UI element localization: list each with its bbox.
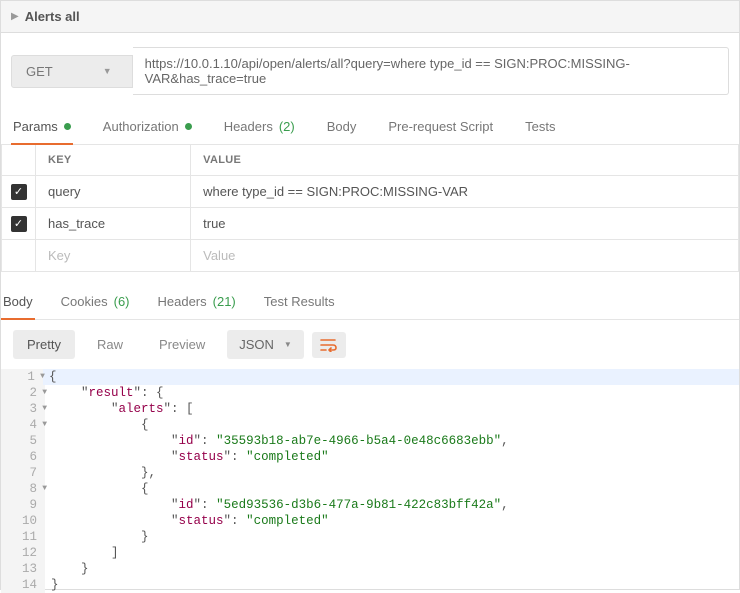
code-text: }: [45, 529, 149, 545]
resp-tab-headers-count: (21): [213, 294, 236, 309]
param-value[interactable]: where type_id == SIGN:PROC:MISSING-VAR: [191, 176, 739, 208]
lineno: 3: [29, 402, 37, 416]
resp-tab-cookies[interactable]: Cookies (6): [59, 294, 132, 319]
lineno: 10: [22, 514, 37, 528]
code-text: }: [45, 577, 59, 593]
response-tabs: Body Cookies (6) Headers (21) Test Results: [1, 282, 739, 320]
code-text: "id": "5ed93536-d3b6-477a-9b81-422c83bff…: [45, 497, 509, 513]
status-dot-icon: [185, 123, 192, 130]
view-preview-button[interactable]: Preview: [145, 330, 219, 359]
code-text: }: [45, 561, 89, 577]
resp-tab-body[interactable]: Body: [1, 294, 35, 319]
checkbox[interactable]: ✓: [11, 184, 27, 200]
http-method-select[interactable]: GET ▼: [11, 55, 133, 88]
view-raw-button[interactable]: Raw: [83, 330, 137, 359]
param-value-placeholder[interactable]: Value: [191, 240, 739, 272]
code-text: },: [45, 465, 156, 481]
checkbox[interactable]: ✓: [11, 216, 27, 232]
tab-authorization[interactable]: Authorization: [101, 109, 194, 144]
code-text: "alerts": [: [45, 401, 194, 417]
lineno: 7: [29, 466, 37, 480]
tab-headers-count: (2): [279, 119, 295, 134]
lineno: 12: [22, 546, 37, 560]
tab-params-label: Params: [13, 119, 58, 134]
lineno: 6: [29, 450, 37, 464]
request-tabs: Params Authorization Headers (2) Body Pre…: [1, 109, 739, 145]
tab-prerequest[interactable]: Pre-request Script: [386, 109, 495, 144]
fold-icon[interactable]: ▼: [40, 369, 45, 385]
code-text: {: [43, 369, 739, 385]
request-url-row: GET ▼ https://10.0.1.10/api/open/alerts/…: [1, 33, 739, 109]
lineno: 9: [29, 498, 37, 512]
resp-tab-cookies-label: Cookies: [61, 294, 108, 309]
wrap-icon: [320, 338, 338, 352]
col-value: VALUE: [191, 145, 739, 176]
tab-title: Alerts all: [25, 9, 80, 24]
tab-tests[interactable]: Tests: [523, 109, 557, 144]
format-select[interactable]: JSON ▼: [227, 330, 304, 359]
param-value[interactable]: true: [191, 208, 739, 240]
fold-icon[interactable]: ▼: [42, 481, 47, 497]
lineno: 4: [29, 418, 37, 432]
param-key[interactable]: query: [36, 176, 191, 208]
http-method-label: GET: [26, 64, 53, 79]
col-check: [2, 145, 36, 176]
lineno: 11: [22, 530, 37, 544]
format-label: JSON: [239, 337, 274, 352]
chevron-down-icon: ▼: [284, 340, 292, 349]
param-key-placeholder[interactable]: Key: [36, 240, 191, 272]
tab-params[interactable]: Params: [11, 109, 73, 144]
code-text: "status": "completed": [45, 449, 329, 465]
code-text: "result": {: [45, 385, 164, 401]
table-row: ✓ query where type_id == SIGN:PROC:MISSI…: [2, 176, 739, 208]
fold-icon[interactable]: ▼: [42, 401, 47, 417]
lineno: 13: [22, 562, 37, 576]
fold-icon[interactable]: ▼: [42, 385, 47, 401]
table-row-empty: Key Value: [2, 240, 739, 272]
wrap-lines-button[interactable]: [312, 332, 346, 358]
lineno: 2: [29, 386, 37, 400]
fold-icon[interactable]: ▼: [42, 417, 47, 433]
lineno: 5: [29, 434, 37, 448]
chevron-down-icon: ▼: [103, 66, 112, 76]
resp-tab-tests[interactable]: Test Results: [262, 294, 337, 319]
resp-tab-headers[interactable]: Headers (21): [156, 294, 238, 319]
table-row: ✓ has_trace true: [2, 208, 739, 240]
collapse-icon: ▶: [11, 11, 19, 22]
param-key[interactable]: has_trace: [36, 208, 191, 240]
tab-auth-label: Authorization: [103, 119, 179, 134]
url-input[interactable]: https://10.0.1.10/api/open/alerts/all?qu…: [133, 47, 729, 95]
lineno: 8: [29, 482, 37, 496]
tab-body[interactable]: Body: [325, 109, 359, 144]
code-text: {: [45, 417, 149, 433]
resp-tab-headers-label: Headers: [158, 294, 207, 309]
tab-header[interactable]: ▶ Alerts all: [1, 1, 739, 33]
response-body[interactable]: 1▼{ 2▼ "result": { 3▼ "alerts": [ 4▼ { 5…: [1, 369, 739, 593]
code-text: ]: [45, 545, 119, 561]
resp-tab-body-label: Body: [3, 294, 33, 309]
col-key: KEY: [36, 145, 191, 176]
tab-tests-label: Tests: [525, 119, 555, 134]
code-text: "id": "35593b18-ab7e-4966-b5a4-0e48c6683…: [45, 433, 509, 449]
view-pretty-button[interactable]: Pretty: [13, 330, 75, 359]
status-dot-icon: [64, 123, 71, 130]
tab-headers[interactable]: Headers (2): [222, 109, 297, 144]
response-view-bar: Pretty Raw Preview JSON ▼: [1, 320, 739, 369]
tab-prereq-label: Pre-request Script: [388, 119, 493, 134]
resp-tab-cookies-count: (6): [114, 294, 130, 309]
tab-headers-label: Headers: [224, 119, 273, 134]
tab-body-label: Body: [327, 119, 357, 134]
lineno: 1: [27, 370, 35, 384]
code-text: "status": "completed": [45, 513, 329, 529]
code-text: {: [45, 481, 149, 497]
params-table: KEY VALUE ✓ query where type_id == SIGN:…: [1, 145, 739, 272]
resp-tab-tests-label: Test Results: [264, 294, 335, 309]
